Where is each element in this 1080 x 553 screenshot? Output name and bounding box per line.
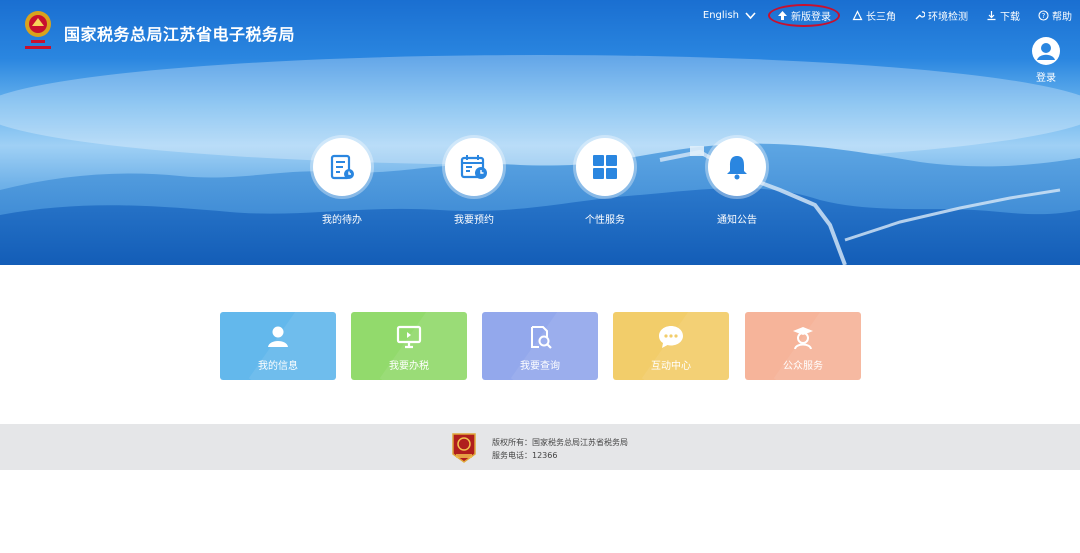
env-check-link[interactable]: 环境检测	[914, 8, 968, 23]
monitor-icon	[396, 325, 422, 349]
site-title: 国家税务总局江苏省电子税务局	[64, 25, 296, 44]
help-icon: ?	[1038, 9, 1049, 21]
new-login-label: 新版登录	[791, 11, 831, 23]
tile-icon-wrap	[351, 324, 467, 350]
calendar-clock-icon	[460, 155, 487, 179]
quick-entry-personal-service[interactable]: 个性服务	[565, 138, 645, 226]
env-check-label: 环境检测	[928, 11, 968, 23]
cap-person-icon	[793, 327, 813, 350]
help-label: 帮助	[1052, 11, 1072, 23]
party-gov-badge-icon[interactable]	[451, 432, 477, 464]
tax-emblem-icon	[25, 11, 51, 49]
person-icon	[268, 326, 288, 347]
tile-icon-wrap	[482, 324, 598, 350]
login-label: 登录	[1036, 73, 1056, 84]
tile-interaction-center[interactable]: 互动中心	[613, 312, 729, 380]
quick-entry-label: 我的待办	[322, 215, 362, 226]
quick-entry-label: 我要预约	[454, 215, 494, 226]
tile-public-service[interactable]: 公众服务	[745, 312, 861, 380]
tile-label: 我的信息	[258, 361, 298, 372]
wrench-icon	[915, 10, 925, 19]
quick-entry-notice[interactable]: 通知公告	[697, 138, 777, 226]
quick-entry-circle	[313, 138, 371, 196]
download-icon	[987, 10, 996, 20]
language-switch[interactable]: English	[703, 10, 756, 21]
bell-icon	[727, 156, 747, 180]
quick-entry-label: 个性服务	[585, 215, 625, 226]
todo-list-icon	[330, 154, 354, 180]
chat-icon	[659, 326, 683, 348]
download-link[interactable]: 下载	[986, 8, 1020, 23]
new-login-link[interactable]: 新版登录	[768, 3, 840, 27]
chevron-down-icon	[745, 11, 756, 19]
tile-query[interactable]: 我要查询	[482, 312, 598, 380]
copyright-text: 版权所有：国家税务总局江苏省税务局	[492, 438, 628, 447]
tile-label: 我要查询	[520, 361, 560, 372]
quick-entry-appointment[interactable]: 我要预约	[434, 138, 514, 226]
hotline-text: 服务电话：12366	[492, 451, 558, 460]
tile-tax-handling[interactable]: 我要办税	[351, 312, 467, 380]
hero-banner: 国家税务总局江苏省电子税务局 English 新版登录 长三角 环境检测 下载 …	[0, 0, 1080, 265]
tile-my-info[interactable]: 我的信息	[220, 312, 336, 380]
tile-icon-wrap	[220, 324, 336, 350]
quick-entry-todo[interactable]: 我的待办	[302, 138, 382, 226]
top-nav: English 新版登录 长三角 环境检测 下载 ? 帮助	[703, 3, 1072, 27]
tile-icon-wrap	[613, 324, 729, 350]
user-avatar	[1032, 37, 1060, 65]
tile-icon-wrap	[745, 324, 861, 350]
triangle-nodes-icon	[852, 9, 863, 20]
search-doc-icon	[531, 326, 552, 349]
quick-entry-circle	[576, 138, 634, 196]
user-login-button[interactable]: 登录	[1031, 37, 1061, 84]
language-label: English	[702, 9, 739, 21]
help-link[interactable]: ? 帮助	[1038, 8, 1072, 23]
footer: 版权所有：国家税务总局江苏省税务局 服务电话：12366	[0, 424, 1080, 470]
quick-entry-label: 通知公告	[717, 215, 757, 226]
tile-label: 互动中心	[651, 361, 691, 372]
user-icon	[1037, 43, 1055, 60]
svg-text:?: ?	[1042, 12, 1046, 20]
yangtze-delta-label: 长三角	[866, 11, 896, 23]
footer-text: 版权所有：国家税务总局江苏省税务局 服务电话：12366	[492, 436, 628, 462]
yangtze-delta-link[interactable]: 长三角	[852, 8, 896, 23]
grid-icon	[593, 155, 617, 179]
upload-arrow-icon	[778, 10, 787, 20]
download-label: 下载	[1000, 11, 1020, 23]
tile-label: 公众服务	[783, 361, 823, 372]
quick-entry-circle	[708, 138, 766, 196]
quick-entry-circle	[445, 138, 503, 196]
tile-label: 我要办税	[389, 361, 429, 372]
